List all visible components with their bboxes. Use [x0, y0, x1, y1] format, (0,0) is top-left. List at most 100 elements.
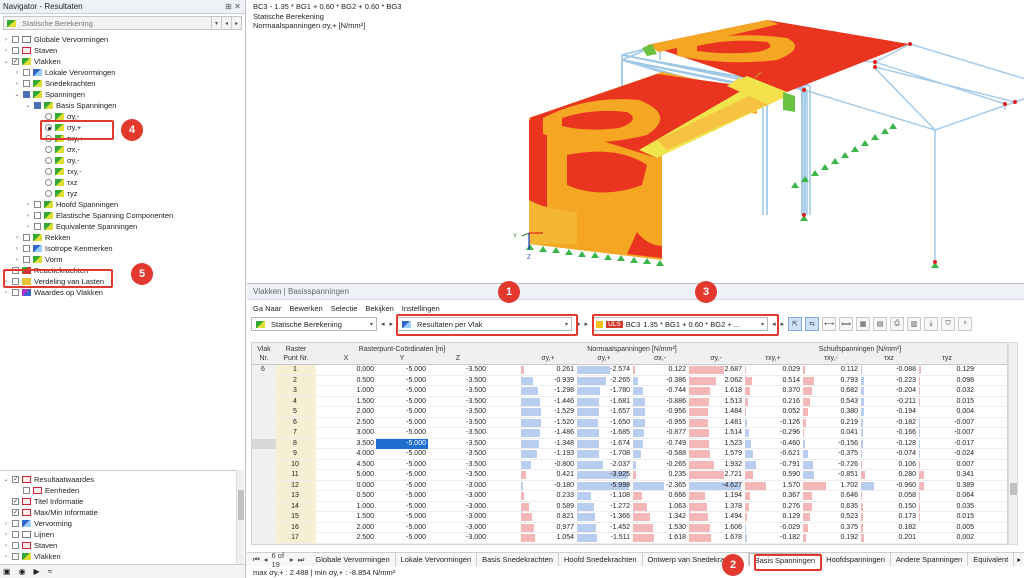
cell-value[interactable]: -1.446: [520, 397, 576, 407]
cell-z[interactable]: -3.000: [428, 491, 488, 501]
cell-y[interactable]: -5.000: [376, 449, 428, 459]
cell-value[interactable]: -1.650: [576, 418, 632, 428]
cell-z[interactable]: -3.500: [428, 407, 488, 417]
cell-vlak[interactable]: [252, 386, 276, 396]
expand-chevron-icon[interactable]: ›: [2, 532, 10, 538]
cell-value[interactable]: -1.681: [576, 397, 632, 407]
tree-item[interactable]: › Lokale Vervormingen: [2, 67, 245, 78]
cell-value[interactable]: -1.193: [520, 449, 576, 459]
cell-value[interactable]: -0.588: [632, 449, 688, 459]
next-arrow-icon[interactable]: ▸: [780, 320, 786, 328]
cell-value[interactable]: -0.204: [860, 386, 918, 396]
checkbox[interactable]: [23, 256, 30, 263]
cell-value[interactable]: 0.589: [520, 502, 576, 512]
cell-value[interactable]: 0.035: [918, 502, 976, 512]
cell-value[interactable]: 0.646: [802, 491, 860, 501]
cell-value[interactable]: -1.511: [576, 533, 632, 543]
checkbox[interactable]: [12, 520, 19, 527]
cell-value[interactable]: 1.054: [520, 533, 576, 543]
cell-value[interactable]: 0.280: [860, 470, 918, 480]
table-row[interactable]: 5 2.000 -5.000 -3.500 -1.529 -1.657 -0.956 1.48…: [252, 407, 1007, 418]
cell-value[interactable]: 0.543: [802, 397, 860, 407]
checkbox[interactable]: ✓: [12, 58, 19, 65]
cell-y[interactable]: -5.000: [376, 365, 428, 375]
cell-value[interactable]: -0.460: [744, 439, 802, 449]
cell-value[interactable]: 1.481: [688, 418, 744, 428]
cell-value[interactable]: 0.389: [918, 481, 976, 491]
cell-value[interactable]: 0.122: [632, 365, 688, 375]
tree-item[interactable]: τyz: [2, 188, 245, 199]
table-row[interactable]: 3 1.000 -5.000 -3.500 -1.298 -1.780 -0.744 1.61…: [252, 386, 1007, 397]
tree2-item[interactable]: ✓ Max/Min Informatie: [2, 507, 245, 518]
tree-item[interactable]: › Rekken: [2, 232, 245, 243]
cell-point[interactable]: 16: [276, 522, 316, 533]
tree-item[interactable]: › Isotrope Kenmerken: [2, 243, 245, 254]
cell-z[interactable]: -3.500: [428, 439, 488, 449]
cell-point[interactable]: 7: [276, 428, 316, 438]
cell-x[interactable]: 1.000: [316, 502, 376, 512]
cell-value[interactable]: -0.749: [632, 439, 688, 449]
cell-value[interactable]: -0.332: [744, 544, 802, 545]
cell-value[interactable]: -0.166: [860, 428, 918, 438]
cell-value[interactable]: -0.126: [744, 418, 802, 428]
tree-item[interactable]: › Waardes op Vlakken: [2, 287, 245, 298]
tree-item[interactable]: › Snedekrachten: [2, 78, 245, 89]
tree2-item[interactable]: › Vlakken: [2, 551, 245, 562]
expand-chevron-icon[interactable]: ›: [24, 224, 32, 230]
cell-x[interactable]: 3.000: [316, 428, 376, 438]
cell-z[interactable]: -3.000: [428, 544, 488, 545]
tree-item[interactable]: ⌄ Basis Spanningen: [2, 100, 245, 111]
radio-button[interactable]: [45, 168, 52, 175]
table-row[interactable]: 16 2.000 -5.000 -3.000 0.977 -1.452 1.530 1.606…: [252, 522, 1007, 533]
tree-item[interactable]: σy,-: [2, 155, 245, 166]
cell-value[interactable]: 1.484: [688, 407, 744, 417]
cell-value[interactable]: 0.367: [744, 491, 802, 501]
cell-value[interactable]: 1.194: [688, 491, 744, 501]
cell-vlak[interactable]: [252, 480, 276, 491]
cell-x[interactable]: 1.500: [316, 397, 376, 407]
cell-value[interactable]: -1.674: [576, 439, 632, 449]
cell-value[interactable]: 0.370: [744, 386, 802, 396]
cell-y[interactable]: -5.000: [376, 376, 428, 386]
cell-x[interactable]: 2.000: [316, 407, 376, 417]
cell-value[interactable]: -0.156: [802, 439, 860, 449]
expand-chevron-icon[interactable]: ⌄: [2, 58, 10, 65]
cell-x[interactable]: 2.500: [316, 418, 376, 428]
cell-value[interactable]: 0.523: [802, 512, 860, 522]
table-row[interactable]: 11 5.000 -5.000 -3.500 0.421 -3.925 0.235 2.721…: [252, 470, 1007, 481]
cell-value[interactable]: 0.182: [860, 523, 918, 533]
menu-instellingen[interactable]: Instellingen: [402, 304, 440, 313]
cell-value[interactable]: 0.977: [520, 523, 576, 533]
data-tab-icon[interactable]: ▣: [3, 567, 11, 576]
first-page-icon[interactable]: ⏮: [253, 555, 260, 565]
cell-point[interactable]: 4: [276, 396, 316, 407]
cell-value[interactable]: 1.702: [802, 481, 860, 491]
tree2-item[interactable]: › Lijnen: [2, 529, 245, 540]
cell-y[interactable]: -5.000: [376, 544, 428, 545]
cell-value[interactable]: 0.216: [744, 397, 802, 407]
cell-vlak[interactable]: [252, 417, 276, 428]
cell-value[interactable]: 0.421: [520, 470, 576, 480]
cell-value[interactable]: -0.386: [632, 376, 688, 386]
expand-chevron-icon[interactable]: ⌄: [2, 476, 10, 483]
cell-value[interactable]: 0.015: [918, 512, 976, 522]
tree-item[interactable]: ⌄ Spanningen: [2, 89, 245, 100]
cell-value[interactable]: -0.029: [744, 523, 802, 533]
cell-point[interactable]: 1: [276, 365, 316, 375]
cell-z[interactable]: -3.500: [428, 386, 488, 396]
checkbox[interactable]: [23, 91, 30, 98]
cell-value[interactable]: -0.007: [918, 418, 976, 428]
checkbox[interactable]: ✓: [12, 476, 19, 483]
cell-z[interactable]: -3.000: [428, 481, 488, 491]
cell-value[interactable]: -0.939: [520, 376, 576, 386]
cell-y[interactable]: -5.000: [376, 491, 428, 501]
checkbox[interactable]: [12, 36, 19, 43]
cell-x[interactable]: 0.500: [316, 491, 376, 501]
cell-value[interactable]: 0.380: [802, 407, 860, 417]
checkbox[interactable]: [23, 487, 30, 494]
cell-value[interactable]: 2.062: [688, 376, 744, 386]
cell-value[interactable]: 1.932: [688, 460, 744, 470]
results-tab-icon[interactable]: ≈: [48, 567, 52, 576]
cell-value[interactable]: 0.004: [918, 407, 976, 417]
cell-value[interactable]: 0.002: [918, 533, 976, 543]
